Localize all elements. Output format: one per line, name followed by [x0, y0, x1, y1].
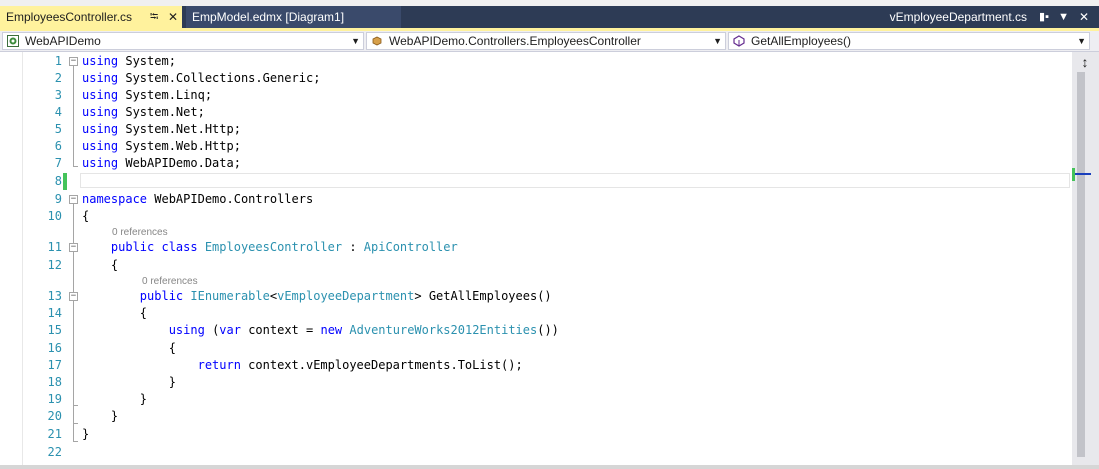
tab-employees-controller[interactable]: EmployeesController.cs ⭾ ✕	[0, 6, 182, 28]
chevron-down-icon: ▼	[351, 36, 360, 46]
line-number: 4	[54, 105, 62, 119]
line-number: 20	[47, 409, 62, 423]
line-number: 2	[54, 71, 62, 85]
line-number: 15	[47, 323, 62, 337]
code-line[interactable]: {	[82, 305, 147, 322]
fold-end	[73, 405, 78, 406]
code-line[interactable]: {	[82, 340, 176, 357]
code-line[interactable]: {	[82, 208, 89, 225]
close-icon[interactable]: ✕	[168, 6, 178, 28]
line-number: 3	[54, 88, 62, 102]
line-number: 5	[54, 122, 62, 136]
code-line[interactable]: return context.vEmployeeDepartments.ToLi…	[82, 357, 523, 374]
fold-end	[73, 166, 78, 167]
code-line[interactable]: using System.Net;	[82, 104, 205, 121]
code-line[interactable]: }	[82, 426, 89, 443]
line-number: 22	[47, 445, 62, 459]
split-icon[interactable]: ↕	[1076, 54, 1094, 70]
project-name: WebAPIDemo	[25, 34, 101, 48]
member-name: GetAllEmployees()	[751, 34, 852, 48]
vertical-scrollbar[interactable]: ↕	[1072, 52, 1099, 469]
line-number: 14	[47, 306, 62, 320]
class-icon	[372, 36, 382, 46]
fold-end	[73, 441, 78, 442]
editor-bottom-border	[0, 465, 1099, 469]
current-line-highlight	[80, 173, 1070, 188]
code-editor[interactable]: 1 2 3 4 5 6 7 8 9 10 11 12 13 14 15 16 1…	[0, 52, 1072, 469]
line-number: 9	[54, 192, 62, 206]
change-indicator	[63, 173, 67, 190]
caret-position-marker	[1072, 168, 1099, 181]
line-number: 12	[47, 258, 62, 272]
code-line[interactable]: }	[82, 391, 147, 408]
chevron-down-icon[interactable]: ▼	[1058, 6, 1069, 28]
references-codelens[interactable]: 0 references	[112, 227, 168, 239]
line-number: 8	[54, 174, 62, 188]
project-dropdown[interactable]: WebAPIDemo ▼	[2, 32, 364, 50]
type-name: WebAPIDemo.Controllers.EmployeesControll…	[389, 34, 641, 48]
code-line[interactable]: using System.Collections.Generic;	[82, 70, 320, 87]
line-number: 19	[47, 392, 62, 406]
tab-label: EmpModel.edmx [Diagram1]	[192, 10, 345, 24]
csharp-project-icon	[7, 35, 19, 47]
collapse-toggle[interactable]: −	[69, 243, 78, 252]
method-icon	[733, 35, 745, 47]
code-line[interactable]: using System.Net.Http;	[82, 121, 241, 138]
pin-icon[interactable]: ▮▪	[1039, 6, 1049, 28]
collapse-toggle[interactable]: −	[69, 292, 78, 301]
line-number: 7	[54, 156, 62, 170]
line-number: 18	[47, 375, 62, 389]
line-number: 13	[47, 289, 62, 303]
collapse-toggle[interactable]: −	[69, 195, 78, 204]
code-editor-window: EmployeesController.cs ⭾ ✕ EmpModel.edmx…	[0, 0, 1099, 469]
tab-empmodel-diagram[interactable]: EmpModel.edmx [Diagram1]	[186, 6, 401, 28]
code-line[interactable]: using System.Linq;	[82, 87, 212, 104]
code-line[interactable]: public IEnumerable<vEmployeeDepartment> …	[82, 288, 552, 305]
line-number: 1	[54, 54, 62, 68]
member-dropdown[interactable]: GetAllEmployees() ▼	[728, 32, 1090, 50]
close-icon[interactable]: ✕	[1079, 6, 1089, 28]
line-number: 21	[47, 427, 62, 441]
code-line[interactable]: }	[82, 374, 176, 391]
type-dropdown[interactable]: WebAPIDemo.Controllers.EmployeesControll…	[366, 32, 726, 50]
code-line[interactable]: using System.Web.Http;	[82, 138, 241, 155]
chevron-down-icon: ▼	[713, 36, 722, 46]
tab-vemployeedepartment[interactable]: vEmployeeDepartment.cs	[890, 6, 1027, 28]
line-number: 10	[47, 209, 62, 223]
tab-label: EmployeesController.cs	[6, 10, 133, 24]
navigation-bar: WebAPIDemo ▼ WebAPIDemo.Controllers.Empl…	[0, 31, 1099, 52]
chevron-down-icon: ▼	[1077, 36, 1086, 46]
line-number: 11	[47, 240, 62, 254]
line-number: 6	[54, 139, 62, 153]
code-line[interactable]: using System;	[82, 53, 176, 70]
references-codelens[interactable]: 0 references	[142, 276, 198, 288]
code-line[interactable]: using (var context = new AdventureWorks2…	[82, 322, 559, 339]
document-tab-strip: EmployeesController.cs ⭾ ✕ EmpModel.edmx…	[0, 6, 1099, 28]
line-number: 17	[47, 358, 62, 372]
code-line[interactable]: namespace WebAPIDemo.Controllers	[82, 191, 313, 208]
code-line[interactable]: public class EmployeesController : ApiCo…	[82, 239, 458, 256]
fold-guide	[73, 301, 74, 405]
code-line[interactable]: {	[82, 257, 118, 274]
pin-icon[interactable]: ⭾	[150, 6, 158, 28]
scrollbar-thumb[interactable]	[1077, 72, 1085, 457]
collapse-toggle[interactable]: −	[69, 57, 78, 66]
fold-end	[73, 423, 78, 424]
code-line[interactable]: }	[82, 408, 118, 425]
line-number: 16	[47, 341, 62, 355]
code-line[interactable]: using WebAPIDemo.Data;	[82, 155, 241, 172]
fold-guide	[73, 66, 74, 166]
